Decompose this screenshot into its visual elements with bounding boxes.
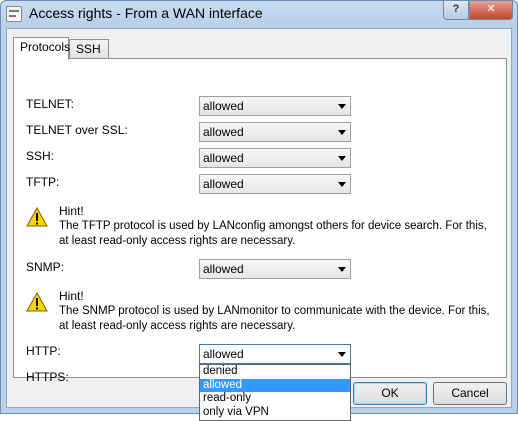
tftp-hint-title: Hint! [59,204,84,218]
app-icon [6,6,22,22]
snmp-hint-text: The SNMP protocol is used by LANmonitor … [59,305,490,332]
telnet-ssl-label: TELNET over SSL: [26,123,128,137]
chevron-down-icon [338,267,346,272]
tftp-hint-text: The TFTP protocol is used by LANconfig a… [59,220,487,247]
chevron-down-icon [338,104,346,109]
dialog-window: Access rights - From a WAN interface ? ✕… [0,0,518,421]
ssh-label: SSH: [26,149,55,163]
snmp-select-value: allowed [203,262,244,276]
ssh-select[interactable]: allowed [199,148,351,168]
title-bar[interactable]: Access rights - From a WAN interface ? ✕ [1,1,517,27]
chevron-down-icon [338,182,346,187]
warning-icon [26,292,48,312]
protocols-panel: TELNET: allowed TELNET over SSL: allowed… [13,58,507,421]
tab-ssh[interactable]: SSH [69,39,109,59]
window-title: Access rights - From a WAN interface [29,5,263,21]
telnet-ssl-select[interactable]: allowed [199,122,351,142]
dropdown-option-allowed[interactable]: allowed [200,378,350,392]
chevron-down-icon [338,352,346,357]
snmp-select[interactable]: allowed [199,259,351,279]
http-select[interactable]: allowed [199,344,351,364]
dropdown-option-only-via-vpn[interactable]: only via VPN [200,406,350,420]
snmp-label: SNMP: [26,260,65,274]
ok-button[interactable]: OK [353,382,427,405]
snmp-hint-title: Hint! [59,289,84,303]
ssh-select-value: allowed [203,151,244,165]
dropdown-option-denied[interactable]: denied [200,365,350,379]
tftp-select[interactable]: allowed [199,174,351,194]
http-select-value: allowed [203,345,244,363]
telnet-select[interactable]: allowed [199,96,351,116]
telnet-select-value: allowed [203,99,244,113]
http-label: HTTP: [26,344,61,358]
cancel-button[interactable]: Cancel [433,382,507,405]
warning-icon [26,207,48,227]
chevron-down-icon [338,130,346,135]
help-button[interactable]: ? [443,1,469,20]
close-button[interactable]: ✕ [469,1,513,20]
https-label: HTTPS: [26,370,69,384]
dialog-client-area: Protocols SSH TELNET: allowed TELNET ove… [6,28,512,421]
telnet-ssl-select-value: allowed [203,125,244,139]
chevron-down-icon [338,156,346,161]
tab-protocols[interactable]: Protocols [13,37,70,60]
tftp-select-value: allowed [203,177,244,191]
telnet-label: TELNET: [26,97,75,111]
dropdown-option-read-only[interactable]: read-only [200,392,350,406]
http-dropdown-list: denied allowed read-only only via VPN [199,364,351,421]
tftp-label: TFTP: [26,175,60,189]
